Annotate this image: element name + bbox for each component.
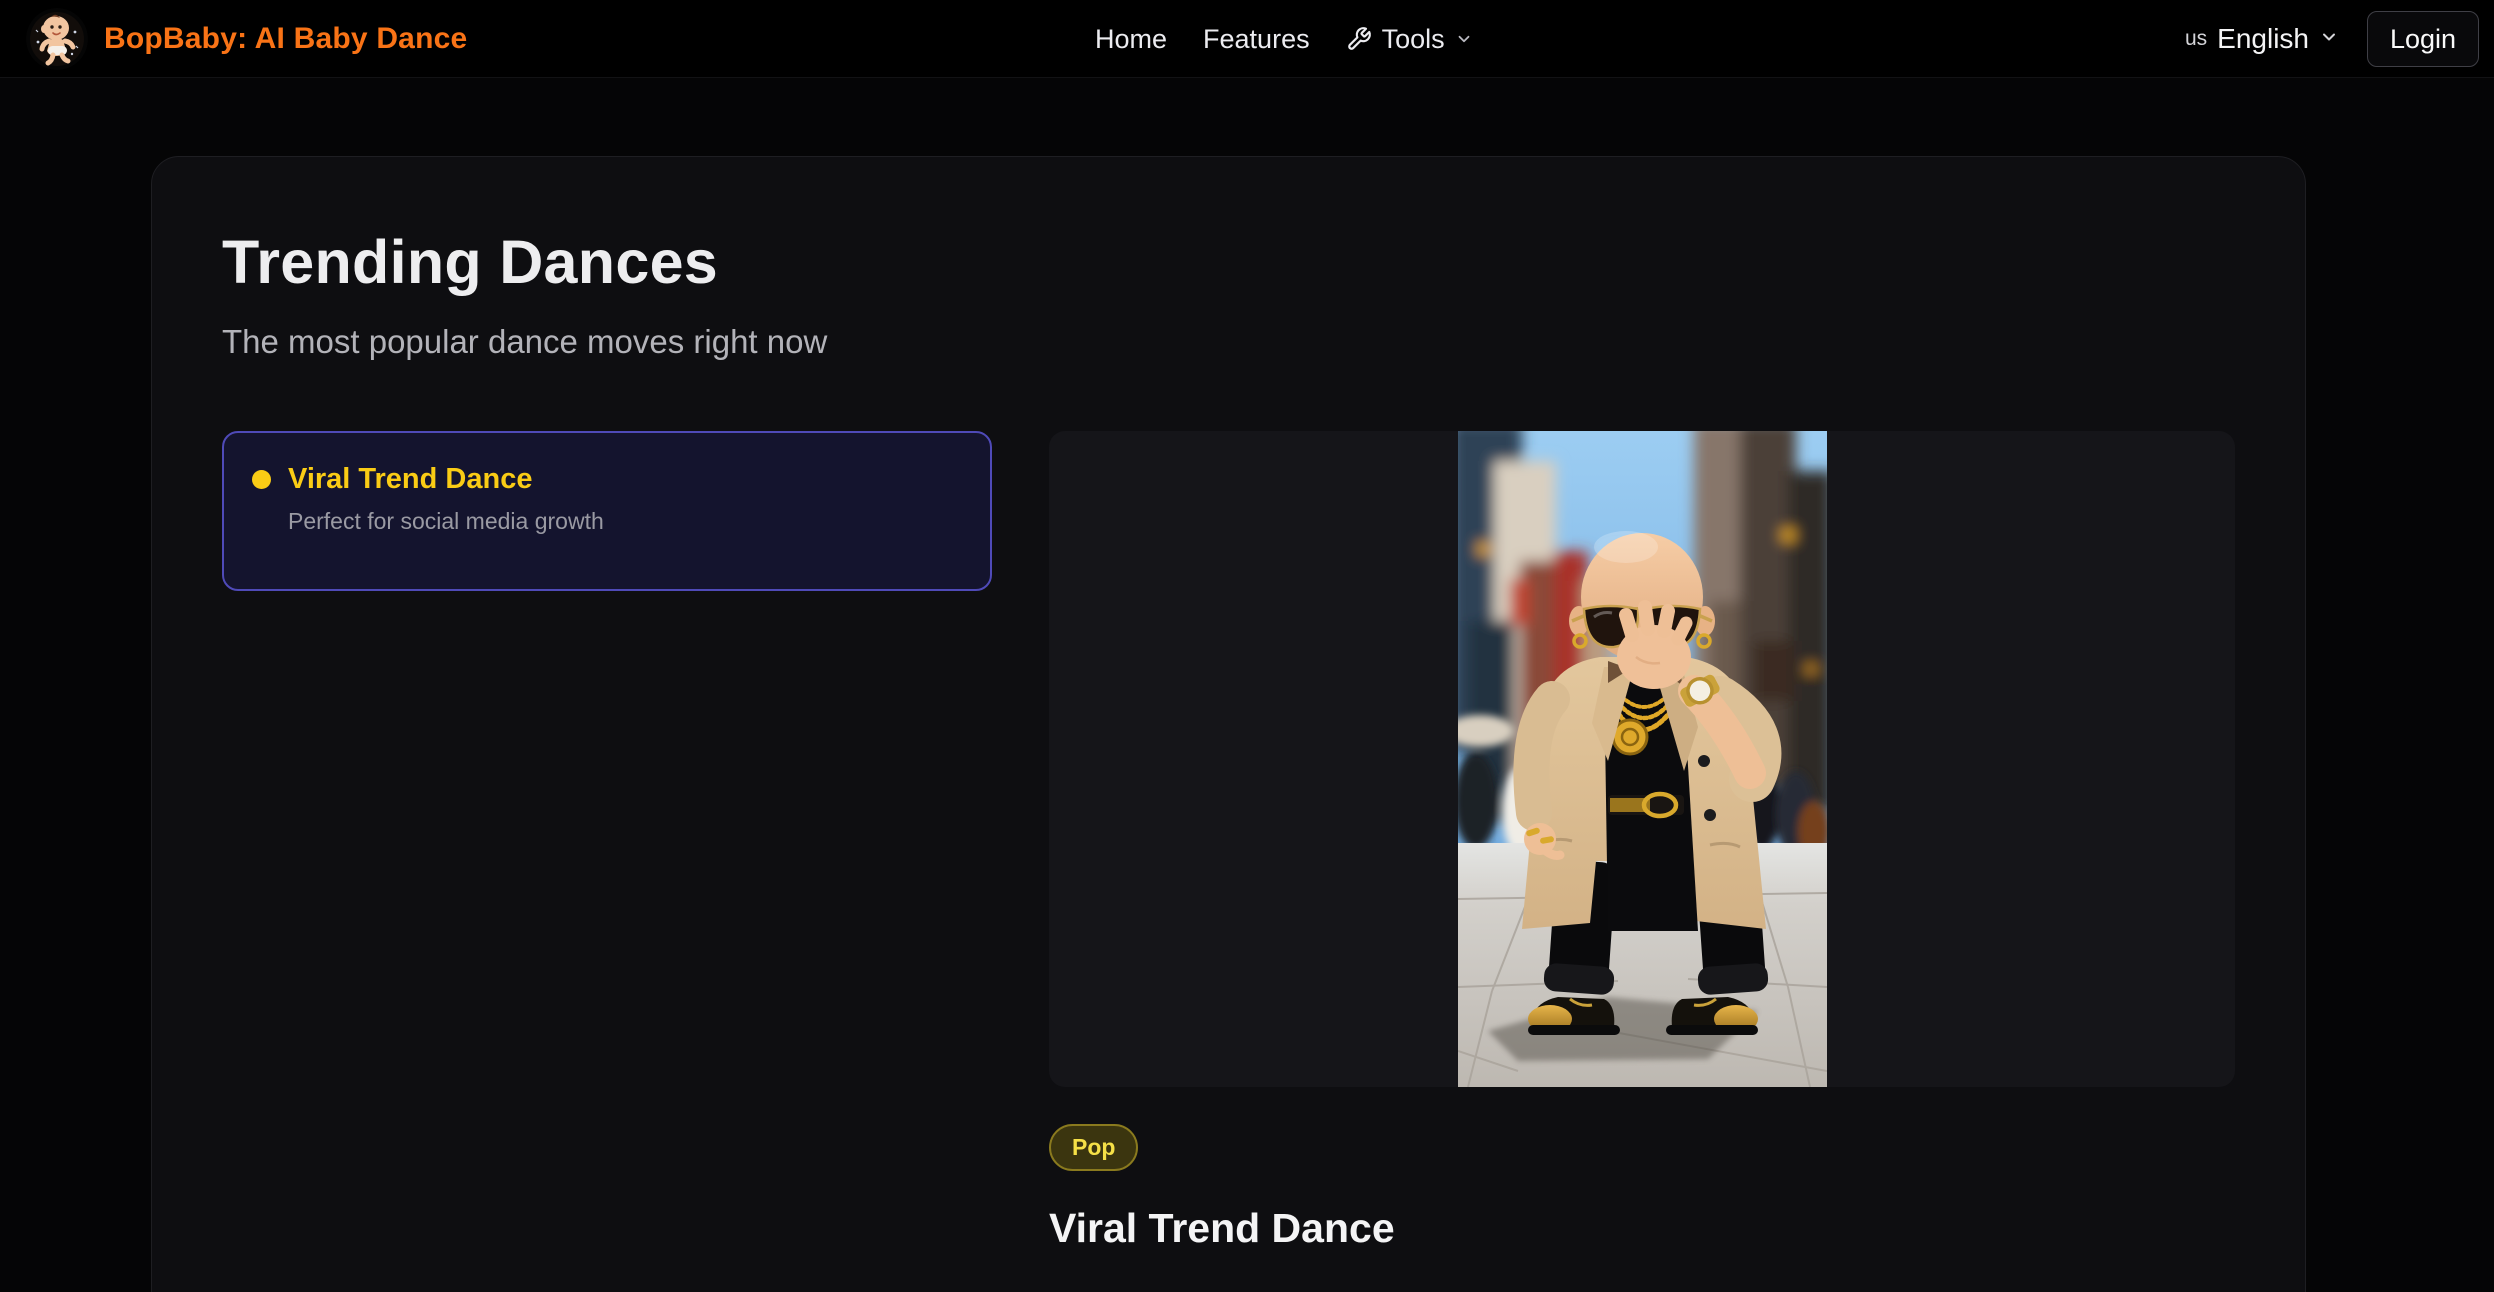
chevron-down-icon <box>1455 30 1473 48</box>
wrench-icon <box>1346 26 1372 52</box>
dance-preview: Pop Viral Trend Dance Perfect for social… <box>1049 431 2235 1292</box>
top-nav-bar: BopBaby: AI Baby Dance Home Features Too… <box>0 0 2494 78</box>
language-code: us <box>2185 27 2207 51</box>
left-arm-sleeve <box>1531 699 1552 813</box>
header-right: us English Login <box>2185 0 2479 78</box>
brand-title: BopBaby: AI Baby Dance <box>104 22 467 56</box>
page-subtitle: The most popular dance moves right now <box>222 323 2235 361</box>
dance-description: Perfect for social media growth <box>288 508 954 535</box>
baby-dance-photo <box>1458 431 1827 1087</box>
preview-stage <box>1049 431 2235 1087</box>
nav-features[interactable]: Features <box>1203 24 1310 55</box>
dancing-baby-logo-icon <box>26 8 88 70</box>
main-nav: Home Features Tools <box>1095 0 1473 78</box>
language-selector[interactable]: us English <box>2185 23 2339 55</box>
dance-name: Viral Trend Dance <box>288 463 532 496</box>
dance-card-head: Viral Trend Dance <box>252 463 954 496</box>
language-label: English <box>2217 23 2309 55</box>
content-row: Viral Trend Dance Perfect for social med… <box>222 431 2235 1292</box>
nav-tools-label: Tools <box>1382 24 1445 55</box>
gold-medallion <box>1613 720 1647 754</box>
preview-title: Viral Trend Dance <box>1049 1205 2235 1252</box>
nav-tools[interactable]: Tools <box>1346 24 1473 55</box>
login-button[interactable]: Login <box>2367 11 2479 67</box>
brand[interactable]: BopBaby: AI Baby Dance <box>26 8 467 70</box>
chevron-down-icon <box>2319 27 2339 52</box>
selected-dot-icon <box>252 470 271 489</box>
nav-home[interactable]: Home <box>1095 24 1167 55</box>
dance-list: Viral Trend Dance Perfect for social med… <box>222 431 992 1292</box>
trending-dances-panel: Trending Dances The most popular dance m… <box>151 156 2306 1292</box>
page-title: Trending Dances <box>222 227 2235 297</box>
dance-card-viral-trend[interactable]: Viral Trend Dance Perfect for social med… <box>222 431 992 591</box>
genre-badge: Pop <box>1049 1124 1138 1171</box>
